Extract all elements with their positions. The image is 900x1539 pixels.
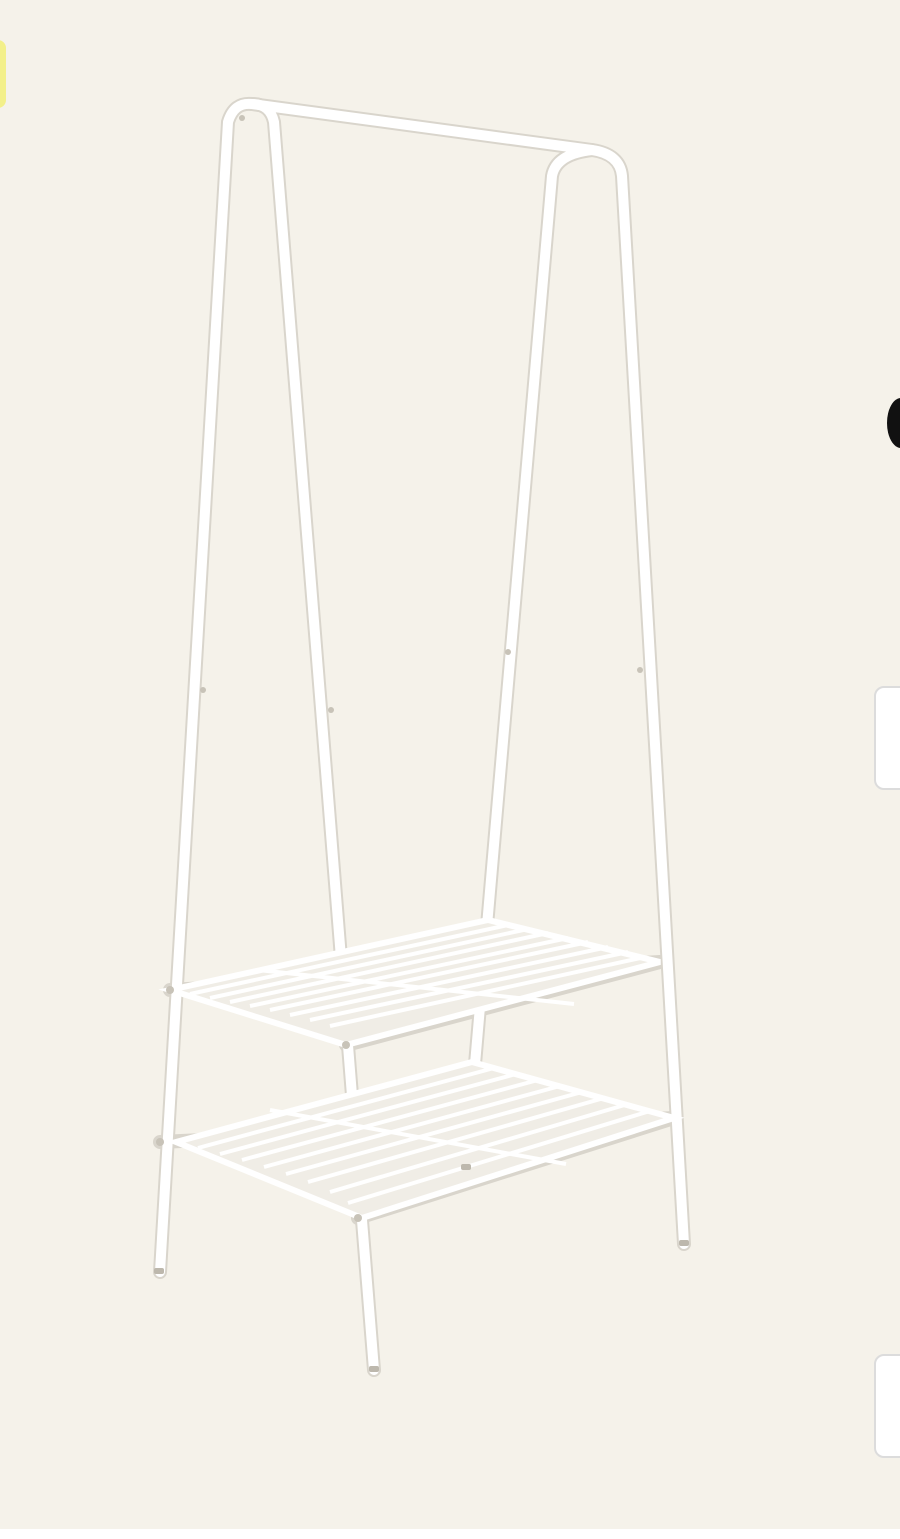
next-image-card[interactable] bbox=[874, 686, 900, 790]
bottom-spacer bbox=[0, 1529, 900, 1539]
product-photo-panel[interactable] bbox=[0, 0, 900, 1529]
next-image-card[interactable] bbox=[874, 1354, 900, 1458]
rack-joints bbox=[156, 115, 643, 1222]
product-viewer bbox=[0, 0, 900, 1539]
garment-rack-image bbox=[153, 96, 691, 1377]
lower-shelf bbox=[166, 1058, 685, 1222]
upper-shelf bbox=[158, 916, 661, 1049]
